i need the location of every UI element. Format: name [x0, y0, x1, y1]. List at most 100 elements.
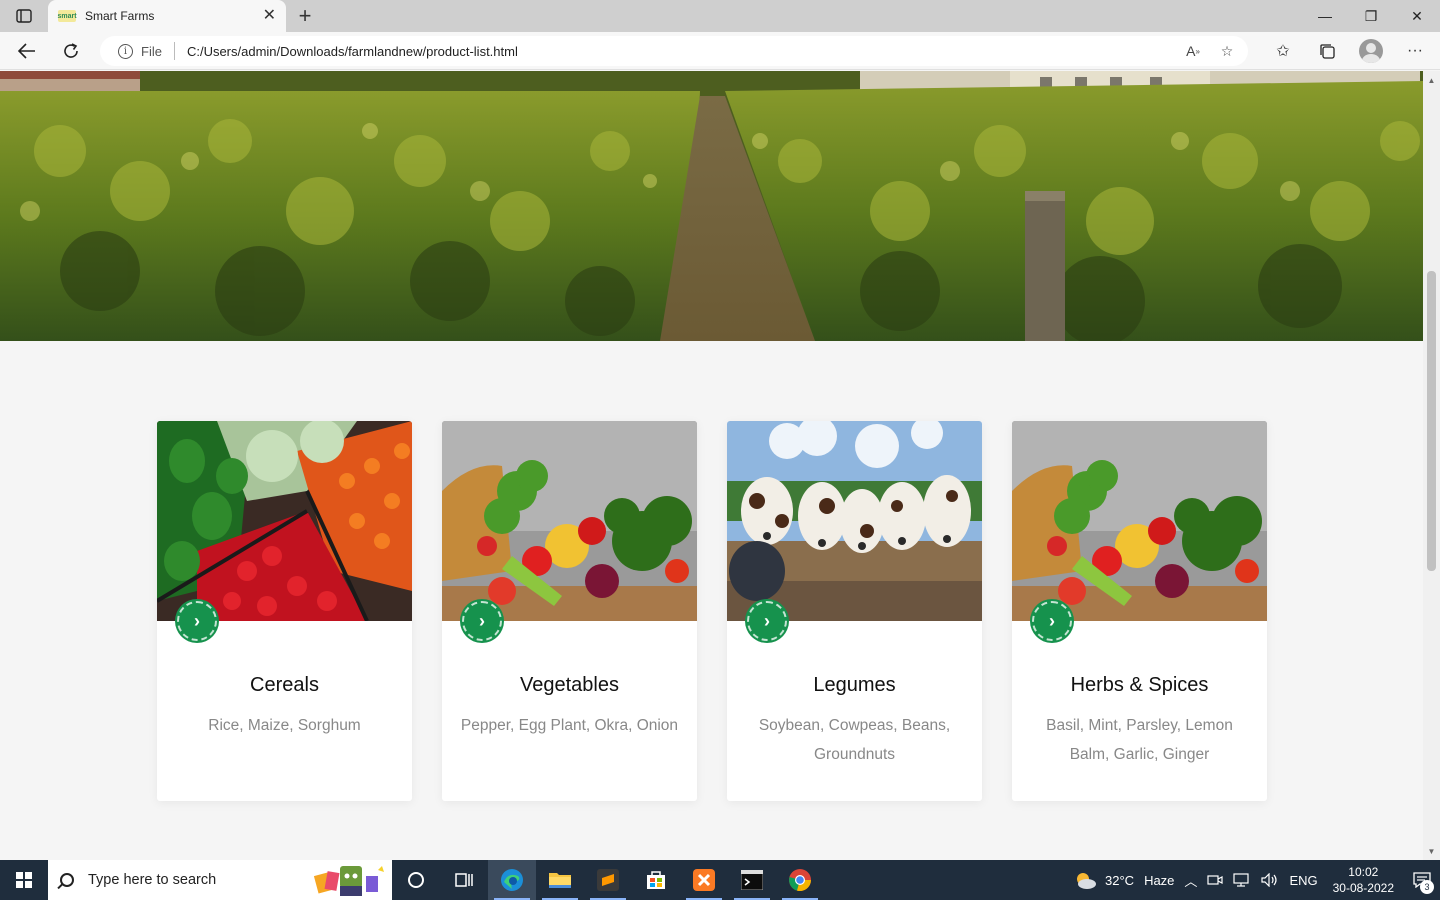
weather-description: Haze: [1144, 872, 1175, 888]
peppers-crate-illustration: [157, 421, 412, 621]
browser-tab[interactable]: smart Smart Farms ✕: [48, 0, 286, 32]
microsoft-store-icon[interactable]: [632, 860, 680, 900]
card-arrow-button[interactable]: ›: [747, 601, 787, 641]
toolbar-right-tools: ✩ ···: [1268, 36, 1430, 66]
windows-logo-icon: [16, 872, 32, 888]
folder-glyph: [549, 873, 571, 888]
start-button[interactable]: [0, 860, 48, 900]
terminal-icon[interactable]: [728, 860, 776, 900]
site-info-icon[interactable]: i: [118, 43, 133, 59]
language-indicator[interactable]: ENG: [1284, 860, 1322, 900]
vertical-scrollbar[interactable]: ▲ ▼: [1423, 71, 1440, 860]
notification-count-badge: 3: [1420, 880, 1434, 894]
vegetable-basket-illustration: [1012, 421, 1267, 621]
card-arrow-button[interactable]: ›: [462, 601, 502, 641]
chrome-icon[interactable]: [776, 860, 824, 900]
card-image-legumes: [727, 421, 982, 621]
show-hidden-icons-button[interactable]: ︿: [1179, 860, 1202, 900]
collections-icon[interactable]: [1312, 37, 1342, 65]
card-arrow-button[interactable]: ›: [177, 601, 217, 641]
clock-time: 10:02: [1348, 865, 1379, 879]
cortana-icon[interactable]: [392, 860, 440, 900]
address-bar[interactable]: i File C:/Users/admin/Downloads/farmland…: [100, 36, 1248, 66]
new-tab-button[interactable]: +: [292, 3, 318, 28]
weather-haze-icon: [1077, 873, 1097, 889]
avatar: [1359, 39, 1383, 63]
page-viewport: › Cereals Rice, Maize, Sorghum › Vegetab…: [0, 71, 1423, 860]
product-card-cereals[interactable]: › Cereals Rice, Maize, Sorghum: [157, 421, 412, 801]
vineyard-illustration: [0, 71, 1423, 341]
tab-actions-button[interactable]: [8, 4, 40, 28]
card-arrow-button[interactable]: ›: [1032, 601, 1072, 641]
card-title: Cereals: [250, 674, 319, 696]
sublime-text-icon[interactable]: [584, 860, 632, 900]
search-icon: [60, 873, 74, 887]
url-text[interactable]: C:/Users/admin/Downloads/farmlandnew/pro…: [187, 44, 1180, 59]
chrome-glyph: [789, 869, 811, 892]
scrollbar-thumb[interactable]: [1427, 271, 1436, 571]
speaker-glyph: [1261, 873, 1278, 887]
card-description: Pepper, Egg Plant, Okra, Onion: [460, 717, 679, 734]
store-bag-glyph: [647, 871, 665, 889]
hero-banner-image: [0, 71, 1423, 341]
product-card-vegetables[interactable]: › Vegetables Pepper, Egg Plant, Okra, On…: [442, 421, 697, 801]
card-title: Vegetables: [520, 674, 619, 696]
read-aloud-icon[interactable]: A»: [1180, 38, 1206, 64]
system-clock[interactable]: 10:02 30-08-2022: [1323, 864, 1404, 896]
address-prefix: File: [141, 43, 162, 59]
minimize-button[interactable]: —: [1302, 0, 1348, 32]
browser-toolbar: i File C:/Users/admin/Downloads/farmland…: [0, 32, 1440, 70]
sublime-glyph: [597, 869, 619, 891]
scroll-up-icon[interactable]: ▲: [1423, 73, 1440, 87]
card-title: Legumes: [813, 674, 896, 696]
task-view-glyph: [455, 873, 473, 887]
close-window-button[interactable]: ✕: [1394, 0, 1440, 32]
cows-illustration: [727, 421, 982, 621]
volume-icon[interactable]: [1256, 860, 1284, 900]
back-button[interactable]: [12, 37, 42, 65]
notification-center-button[interactable]: 3: [1404, 860, 1440, 900]
network-icon[interactable]: [1228, 860, 1256, 900]
card-image-herbs-spices: [1012, 421, 1267, 621]
taskbar-search-box[interactable]: Type here to search: [48, 860, 392, 900]
restore-button[interactable]: ❐: [1348, 0, 1394, 32]
system-tray: 32°C Haze ︿ ENG 10:02 30-08-2022 3: [1068, 860, 1440, 900]
more-menu-icon[interactable]: ···: [1400, 37, 1430, 65]
back-arrow-icon: [18, 43, 35, 59]
cortana-circle-glyph: [408, 872, 424, 888]
task-view-icon[interactable]: [440, 860, 488, 900]
weather-widget[interactable]: 32°C Haze: [1068, 860, 1179, 900]
favicon-icon: smart: [57, 10, 77, 22]
scroll-down-icon[interactable]: ▼: [1423, 844, 1440, 858]
card-image-vegetables: [442, 421, 697, 621]
clock-date: 30-08-2022: [1332, 881, 1394, 895]
xampp-glyph: [693, 869, 715, 891]
card-description: Basil, Mint, Parsley, Lemon Balm, Garlic…: [1046, 717, 1233, 763]
chevron-up-icon: ︿: [1184, 873, 1198, 889]
tab-title: Smart Farms: [85, 9, 155, 23]
search-highlight-art: [313, 866, 384, 896]
search-placeholder: Type here to search: [88, 872, 217, 888]
xampp-icon[interactable]: [680, 860, 728, 900]
favorites-icon[interactable]: ✩: [1268, 37, 1298, 65]
browser-titlebar: smart Smart Farms ✕ + — ❐ ✕: [0, 0, 1440, 32]
card-image-cereals: [157, 421, 412, 621]
tab-close-icon[interactable]: ✕: [263, 8, 276, 24]
meet-now-icon[interactable]: [1202, 860, 1228, 900]
add-favorite-icon[interactable]: ☆: [1214, 38, 1240, 64]
file-explorer-icon[interactable]: [536, 860, 584, 900]
profile-button[interactable]: [1356, 37, 1386, 65]
refresh-icon: [64, 43, 78, 58]
windows-taskbar: Type here to search 32°C Haze ︿ ENG 10:0…: [0, 860, 1440, 900]
edge-browser-icon[interactable]: [488, 860, 536, 900]
tab-actions-icon: [16, 9, 32, 23]
card-title: Herbs & Spices: [1070, 674, 1209, 696]
product-card-herbs-spices[interactable]: › Herbs & Spices Basil, Mint, Parsley, L…: [1012, 421, 1267, 801]
card-description: Rice, Maize, Sorghum: [208, 717, 361, 734]
camera-glyph: [1207, 875, 1224, 885]
card-description: Soybean, Cowpeas, Beans, Groundnuts: [758, 717, 951, 763]
vegetable-basket-illustration: [442, 421, 697, 621]
product-card-legumes[interactable]: › Legumes Soybean, Cowpeas, Beans, Groun…: [727, 421, 982, 801]
weather-temperature: 32°C: [1105, 872, 1135, 888]
refresh-button[interactable]: [56, 37, 86, 65]
